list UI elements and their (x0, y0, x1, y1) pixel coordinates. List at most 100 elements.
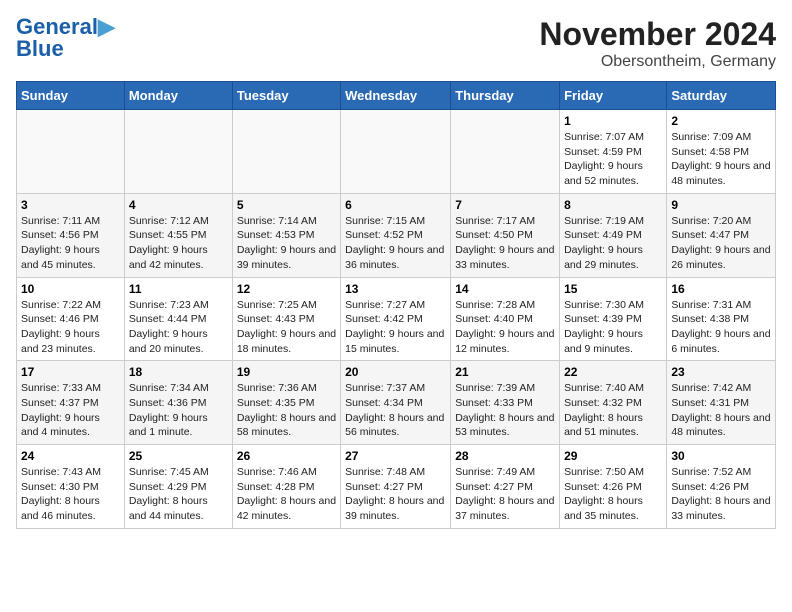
day-info: Sunrise: 7:19 AM Sunset: 4:49 PM Dayligh… (564, 214, 662, 273)
calendar-week-row: 24 Sunrise: 7:43 AM Sunset: 4:30 PM Dayli… (17, 445, 776, 529)
calendar-week-row: 3 Sunrise: 7:11 AM Sunset: 4:56 PM Daylig… (17, 193, 776, 277)
calendar-week-row: 1 Sunrise: 7:07 AM Sunset: 4:59 PM Daylig… (17, 110, 776, 194)
calendar-cell: 19 Sunrise: 7:36 AM Sunset: 4:35 PM Dayli… (232, 361, 340, 445)
calendar-cell: 14 Sunrise: 7:28 AM Sunset: 4:40 PM Dayli… (451, 277, 560, 361)
calendar-body: 1 Sunrise: 7:07 AM Sunset: 4:59 PM Daylig… (17, 110, 776, 529)
day-number: 24 (21, 449, 120, 463)
calendar-cell: 17Sunrise: 7:33 AM Sunset: 4:37 PM Dayli… (17, 361, 125, 445)
day-info: Sunrise: 7:42 AM Sunset: 4:31 PM Dayligh… (671, 381, 771, 440)
day-number: 30 (671, 449, 771, 463)
day-info: Sunrise: 7:20 AM Sunset: 4:47 PM Dayligh… (671, 214, 771, 273)
day-number: 21 (455, 365, 555, 379)
day-info: Sunrise: 7:31 AM Sunset: 4:38 PM Dayligh… (671, 298, 771, 357)
calendar-cell: 16 Sunrise: 7:31 AM Sunset: 4:38 PM Dayli… (667, 277, 776, 361)
calendar-cell: 4 Sunrise: 7:12 AM Sunset: 4:55 PM Daylig… (124, 193, 232, 277)
location: Obersontheim, Germany (539, 53, 776, 71)
calendar-cell: 2 Sunrise: 7:09 AM Sunset: 4:58 PM Daylig… (667, 110, 776, 194)
calendar-cell: 15 Sunrise: 7:30 AM Sunset: 4:39 PM Dayli… (560, 277, 667, 361)
day-info: Sunrise: 7:22 AM Sunset: 4:46 PM Dayligh… (21, 298, 120, 357)
day-info: Sunrise: 7:45 AM Sunset: 4:29 PM Dayligh… (129, 465, 228, 524)
day-of-week-header: Friday (560, 82, 667, 110)
day-info: Sunrise: 7:40 AM Sunset: 4:32 PM Dayligh… (564, 381, 662, 440)
calendar-cell: 27Sunrise: 7:48 AM Sunset: 4:27 PM Dayli… (341, 445, 451, 529)
day-number: 28 (455, 449, 555, 463)
day-info: Sunrise: 7:36 AM Sunset: 4:35 PM Dayligh… (237, 381, 336, 440)
day-info: Sunrise: 7:25 AM Sunset: 4:43 PM Dayligh… (237, 298, 336, 357)
day-number: 4 (129, 198, 228, 212)
calendar-cell: 13Sunrise: 7:27 AM Sunset: 4:42 PM Dayli… (341, 277, 451, 361)
day-number: 26 (237, 449, 336, 463)
calendar-cell (341, 110, 451, 194)
calendar-cell: 28 Sunrise: 7:49 AM Sunset: 4:27 PM Dayli… (451, 445, 560, 529)
day-number: 9 (671, 198, 771, 212)
calendar-cell: 25 Sunrise: 7:45 AM Sunset: 4:29 PM Dayli… (124, 445, 232, 529)
calendar-cell: 24 Sunrise: 7:43 AM Sunset: 4:30 PM Dayli… (17, 445, 125, 529)
day-number: 7 (455, 198, 555, 212)
calendar-cell: 5 Sunrise: 7:14 AM Sunset: 4:53 PM Daylig… (232, 193, 340, 277)
day-info: Sunrise: 7:37 AM Sunset: 4:34 PM Dayligh… (345, 381, 446, 440)
day-info: Sunrise: 7:43 AM Sunset: 4:30 PM Dayligh… (21, 465, 120, 524)
day-info: Sunrise: 7:15 AM Sunset: 4:52 PM Dayligh… (345, 214, 446, 273)
page-header: General▶Blue November 2024 Obersontheim,… (16, 16, 776, 71)
day-info: Sunrise: 7:23 AM Sunset: 4:44 PM Dayligh… (129, 298, 228, 357)
day-number: 3 (21, 198, 120, 212)
day-number: 11 (129, 282, 228, 296)
day-number: 20 (345, 365, 446, 379)
calendar-cell: 8 Sunrise: 7:19 AM Sunset: 4:49 PM Daylig… (560, 193, 667, 277)
calendar-cell: 6 Sunrise: 7:15 AM Sunset: 4:52 PM Daylig… (341, 193, 451, 277)
calendar-week-row: 17Sunrise: 7:33 AM Sunset: 4:37 PM Dayli… (17, 361, 776, 445)
calendar-cell: 18 Sunrise: 7:34 AM Sunset: 4:36 PM Dayli… (124, 361, 232, 445)
calendar-cell: 22 Sunrise: 7:40 AM Sunset: 4:32 PM Dayli… (560, 361, 667, 445)
day-info: Sunrise: 7:50 AM Sunset: 4:26 PM Dayligh… (564, 465, 662, 524)
day-info: Sunrise: 7:30 AM Sunset: 4:39 PM Dayligh… (564, 298, 662, 357)
day-info: Sunrise: 7:28 AM Sunset: 4:40 PM Dayligh… (455, 298, 555, 357)
day-number: 15 (564, 282, 662, 296)
calendar-cell (451, 110, 560, 194)
day-number: 22 (564, 365, 662, 379)
day-info: Sunrise: 7:52 AM Sunset: 4:26 PM Dayligh… (671, 465, 771, 524)
day-number: 18 (129, 365, 228, 379)
logo-text: General▶Blue (16, 16, 115, 60)
calendar-cell (124, 110, 232, 194)
day-number: 19 (237, 365, 336, 379)
calendar-cell: 11 Sunrise: 7:23 AM Sunset: 4:44 PM Dayli… (124, 277, 232, 361)
day-of-week-header: Sunday (17, 82, 125, 110)
day-info: Sunrise: 7:48 AM Sunset: 4:27 PM Dayligh… (345, 465, 446, 524)
day-of-week-header: Wednesday (341, 82, 451, 110)
day-number: 2 (671, 114, 771, 128)
calendar-cell: 26Sunrise: 7:46 AM Sunset: 4:28 PM Dayli… (232, 445, 340, 529)
day-info: Sunrise: 7:07 AM Sunset: 4:59 PM Dayligh… (564, 130, 662, 189)
calendar-cell: 7 Sunrise: 7:17 AM Sunset: 4:50 PM Daylig… (451, 193, 560, 277)
day-info: Sunrise: 7:17 AM Sunset: 4:50 PM Dayligh… (455, 214, 555, 273)
calendar-cell: 12Sunrise: 7:25 AM Sunset: 4:43 PM Dayli… (232, 277, 340, 361)
day-number: 8 (564, 198, 662, 212)
month-title: November 2024 (539, 16, 776, 53)
day-info: Sunrise: 7:12 AM Sunset: 4:55 PM Dayligh… (129, 214, 228, 273)
day-number: 1 (564, 114, 662, 128)
calendar-header-row: SundayMondayTuesdayWednesdayThursdayFrid… (17, 82, 776, 110)
calendar-cell (232, 110, 340, 194)
calendar-cell: 1 Sunrise: 7:07 AM Sunset: 4:59 PM Daylig… (560, 110, 667, 194)
day-info: Sunrise: 7:49 AM Sunset: 4:27 PM Dayligh… (455, 465, 555, 524)
day-number: 5 (237, 198, 336, 212)
day-number: 6 (345, 198, 446, 212)
day-of-week-header: Saturday (667, 82, 776, 110)
day-number: 29 (564, 449, 662, 463)
title-block: November 2024 Obersontheim, Germany (539, 16, 776, 71)
day-number: 14 (455, 282, 555, 296)
logo: General▶Blue (16, 16, 115, 60)
calendar-cell: 10Sunrise: 7:22 AM Sunset: 4:46 PM Dayli… (17, 277, 125, 361)
day-info: Sunrise: 7:11 AM Sunset: 4:56 PM Dayligh… (21, 214, 120, 273)
calendar-table: SundayMondayTuesdayWednesdayThursdayFrid… (16, 81, 776, 529)
day-info: Sunrise: 7:27 AM Sunset: 4:42 PM Dayligh… (345, 298, 446, 357)
day-number: 25 (129, 449, 228, 463)
day-info: Sunrise: 7:09 AM Sunset: 4:58 PM Dayligh… (671, 130, 771, 189)
day-info: Sunrise: 7:39 AM Sunset: 4:33 PM Dayligh… (455, 381, 555, 440)
calendar-cell (17, 110, 125, 194)
day-number: 23 (671, 365, 771, 379)
day-info: Sunrise: 7:34 AM Sunset: 4:36 PM Dayligh… (129, 381, 228, 440)
calendar-cell: 30 Sunrise: 7:52 AM Sunset: 4:26 PM Dayli… (667, 445, 776, 529)
day-number: 16 (671, 282, 771, 296)
day-number: 17 (21, 365, 120, 379)
day-info: Sunrise: 7:14 AM Sunset: 4:53 PM Dayligh… (237, 214, 336, 273)
